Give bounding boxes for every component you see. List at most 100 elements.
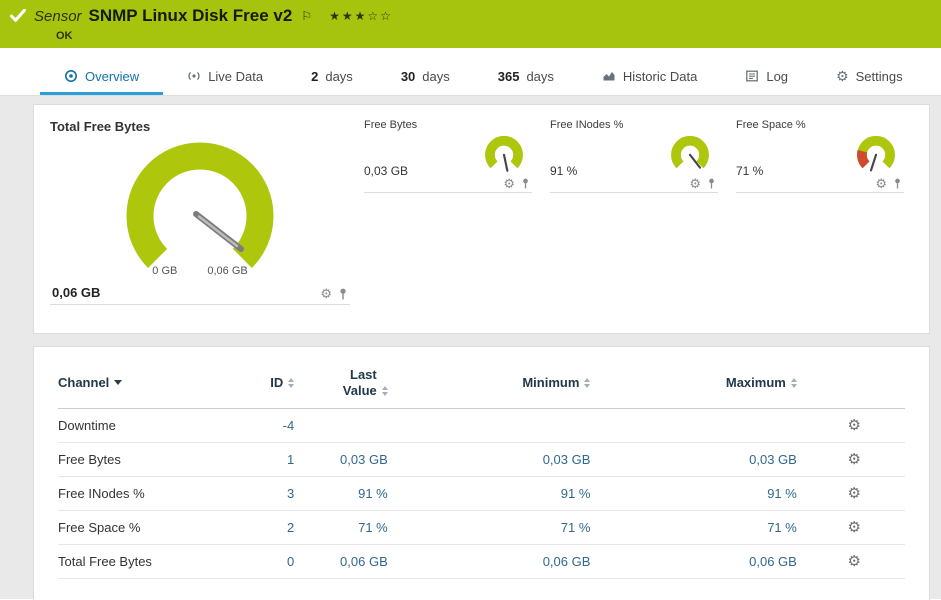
tab-label: Log: [766, 68, 789, 84]
channel-name: Free Space %: [58, 510, 225, 546]
historic-data-icon: [602, 69, 616, 83]
tab-live-data[interactable]: Live Data: [163, 60, 287, 95]
tab-label: Settings: [855, 68, 903, 84]
table-row: Total Free Bytes 0 0,06 GB 0,06 GB 0,06 …: [58, 544, 905, 580]
free-space-gauge: [857, 135, 895, 172]
channel-last-value: 0,06 GB: [302, 544, 396, 580]
channel-maximum: 71 %: [598, 510, 822, 546]
tab-label: Live Data: [208, 68, 264, 84]
gauges-panel: Total Free Bytes 0 GB 0,06 GB 0,06 GB ⚙ …: [33, 104, 930, 334]
status-badge: OK: [56, 30, 73, 42]
priority-stars[interactable]: ★★★☆☆: [329, 9, 393, 23]
tab-30-days[interactable]: 30 days: [377, 60, 474, 95]
channel-minimum: 0,06 GB: [395, 544, 599, 580]
channel-last-value: [302, 408, 396, 444]
mini-gauge-title: Free Bytes: [364, 119, 418, 131]
channel-maximum: [598, 408, 822, 444]
tab-label: days: [526, 68, 554, 84]
mini-gauge-free-bytes: Free Bytes 0,03 GB ⚙: [364, 119, 532, 193]
channel-settings-gear-icon[interactable]: ⚙: [848, 485, 861, 502]
channel-id: 1: [224, 442, 303, 478]
settings-gear-icon: ⚙: [836, 67, 849, 84]
tab-historic-data[interactable]: Historic Data: [578, 60, 721, 95]
tab-bar: Overview Live Data 2 days 30 days 365 da…: [0, 60, 941, 96]
title-block: Sensor SNMP Linux Disk Free v2 ⚐ ★★★☆☆ O…: [34, 6, 393, 42]
channel-maximum: 0,06 GB: [598, 544, 822, 580]
channel-settings-gear-icon[interactable]: ⚙: [848, 519, 861, 536]
gauge-scale-min: 0 GB: [152, 265, 178, 277]
channel-name: Downtime: [58, 408, 225, 444]
tab-settings[interactable]: ⚙ Settings: [812, 60, 927, 95]
mini-gauge-value: 71 %: [736, 164, 764, 178]
table-row: Free INodes % 3 91 % 91 % 91 % ⚙: [58, 476, 905, 512]
column-header-channel[interactable]: Channel: [58, 353, 225, 410]
channel-minimum: 0,03 GB: [395, 442, 599, 478]
tab-log[interactable]: Log: [721, 60, 812, 95]
main-gauge-value: 0,06 GB: [52, 285, 101, 300]
chevron-down-icon: [114, 379, 123, 385]
sort-icon: [288, 378, 295, 389]
tab-overview[interactable]: Overview: [40, 60, 164, 95]
sort-icon: [381, 386, 388, 397]
channel-maximum: 91 %: [598, 476, 822, 512]
gauge-pin-icon[interactable]: [521, 178, 530, 189]
sort-icon: [790, 378, 797, 389]
mini-gauges: Free Bytes 0,03 GB ⚙ Free INodes % 91 % …: [350, 119, 913, 319]
gauge-pin-icon[interactable]: [707, 178, 716, 189]
channel-id: 2: [224, 510, 303, 546]
gauge-pin-icon[interactable]: [893, 178, 902, 189]
channel-minimum: [395, 408, 599, 444]
column-header-last-value[interactable]: Last Value: [302, 353, 396, 410]
flag-icon[interactable]: ⚐: [301, 9, 312, 23]
channel-id: -4: [224, 408, 303, 444]
mini-gauge-free-inodes: Free INodes % 91 % ⚙: [550, 119, 718, 193]
gauge-settings-gear-icon[interactable]: ⚙: [689, 177, 701, 190]
free-inodes-gauge: [671, 135, 709, 169]
overview-content: Total Free Bytes 0 GB 0,06 GB 0,06 GB ⚙ …: [0, 96, 941, 600]
channel-name: Free Bytes: [58, 442, 225, 478]
channel-settings-gear-icon[interactable]: ⚙: [848, 451, 861, 468]
table-header-row: Channel ID Last Value Minimum Maximum: [58, 353, 905, 410]
column-header-minimum[interactable]: Minimum: [395, 353, 599, 410]
channel-name: Total Free Bytes: [58, 544, 225, 580]
tab-number: 30: [400, 68, 416, 84]
mini-gauge-title: Free Space %: [736, 119, 806, 131]
tab-2-days[interactable]: 2 days: [287, 60, 377, 95]
channel-settings-gear-icon[interactable]: ⚙: [848, 417, 861, 434]
tab-number: 365: [497, 68, 520, 84]
column-header-id[interactable]: ID: [224, 353, 303, 410]
channel-last-value: 0,03 GB: [302, 442, 396, 478]
channel-table: Channel ID Last Value Minimum Maximum Do…: [58, 353, 905, 580]
free-bytes-gauge: [485, 135, 523, 172]
channel-maximum: 0,03 GB: [598, 442, 822, 478]
channel-settings-gear-icon[interactable]: ⚙: [848, 553, 861, 570]
sort-icon: [584, 378, 591, 389]
gauge-pin-icon[interactable]: [338, 288, 348, 300]
channels-panel: Channel ID Last Value Minimum Maximum Do…: [33, 346, 930, 600]
status-check-icon: [10, 9, 26, 22]
channel-minimum: 91 %: [395, 476, 599, 512]
mini-gauge-value: 91 %: [550, 164, 578, 178]
tab-label: Historic Data: [622, 68, 698, 84]
tab-number: 2: [311, 68, 319, 84]
overview-icon: [64, 69, 78, 83]
table-row: Free Space % 2 71 % 71 % 71 % ⚙: [58, 510, 905, 546]
table-row: Downtime -4 ⚙: [58, 408, 905, 444]
channel-id: 0: [224, 544, 303, 580]
channel-id: 3: [224, 476, 303, 512]
gauge-scale: 0 GB 0,06 GB: [50, 265, 350, 277]
gauge-settings-gear-icon[interactable]: ⚙: [503, 177, 515, 190]
channel-last-value: 71 %: [302, 510, 396, 546]
page-title: SNMP Linux Disk Free v2: [88, 6, 293, 25]
tab-365-days[interactable]: 365 days: [474, 60, 578, 95]
gauge-settings-gear-icon[interactable]: ⚙: [875, 177, 887, 190]
gauge-scale-max: 0,06 GB: [207, 265, 248, 277]
mini-gauge-title: Free INodes %: [550, 119, 624, 131]
tab-label: Overview: [85, 68, 140, 84]
column-header-maximum[interactable]: Maximum: [598, 353, 822, 410]
tab-label: days: [325, 68, 353, 84]
channel-last-value: 91 %: [302, 476, 396, 512]
column-header-actions: [821, 353, 905, 410]
main-gauge-title: Total Free Bytes: [50, 119, 151, 134]
gauge-settings-gear-icon[interactable]: ⚙: [320, 287, 332, 300]
